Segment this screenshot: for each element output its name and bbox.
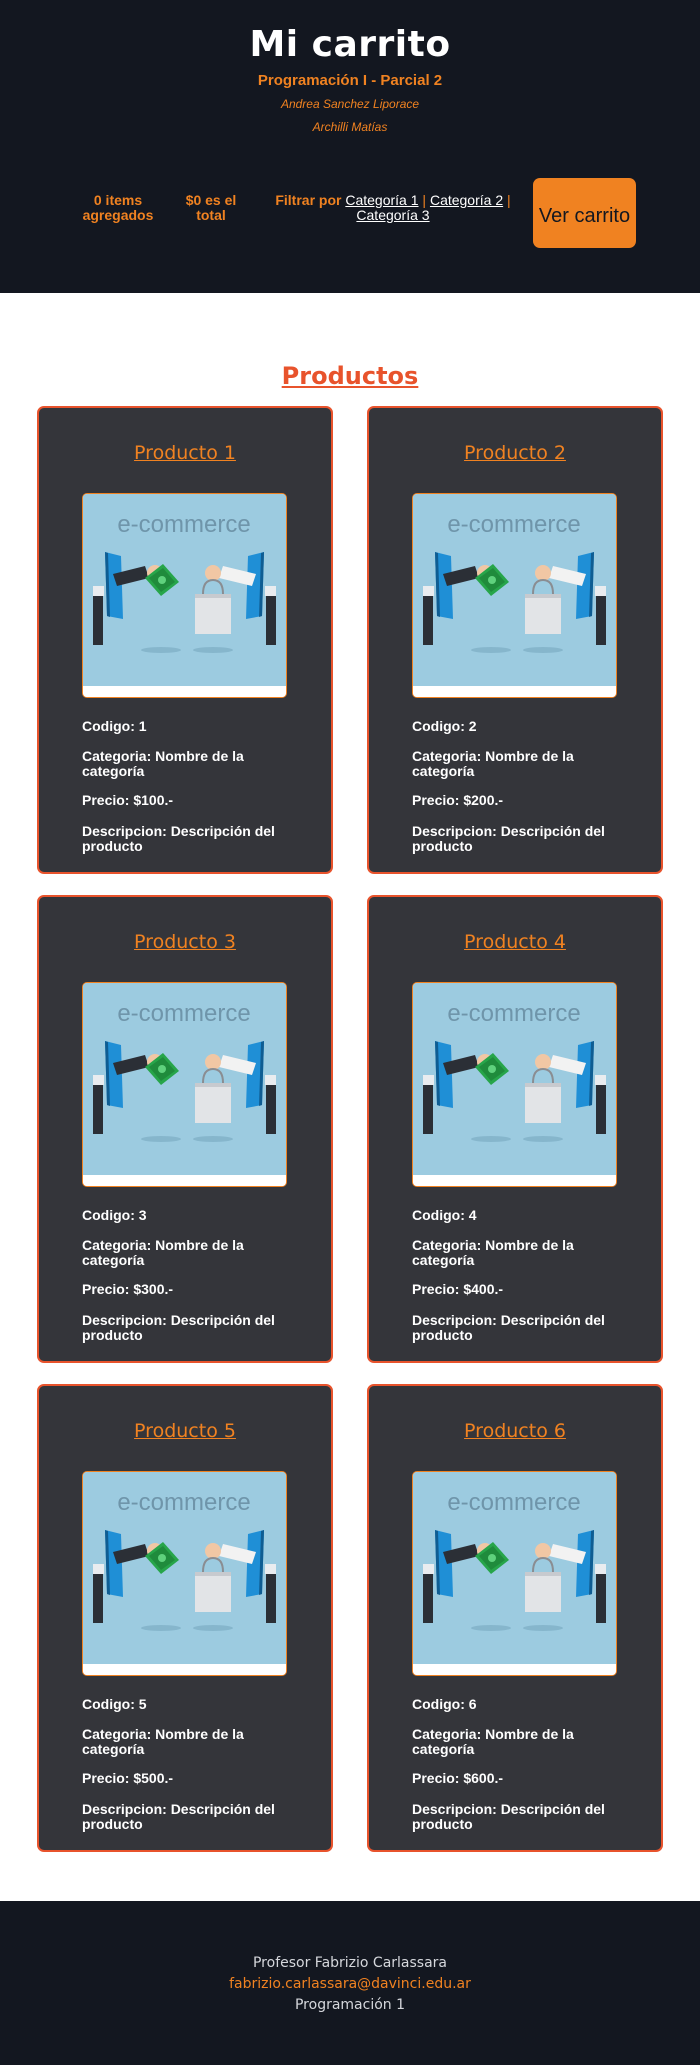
page-subtitle: Programación I - Parcial 2 bbox=[257, 72, 443, 89]
filter-label: Filtrar por bbox=[275, 192, 342, 208]
cart-total: $0 es el total bbox=[185, 192, 237, 223]
product-code: Codigo: 6 bbox=[412, 1696, 477, 1712]
page-title: Mi carrito bbox=[249, 24, 451, 65]
product-image: e-commerce bbox=[82, 982, 287, 1187]
product-category: Categoria: Nombre de la categoría bbox=[412, 1237, 574, 1268]
product-card: Producto 6 e-commerce Codigo: 6 Categori… bbox=[367, 1384, 663, 1852]
product-price: Precio: $600.- bbox=[412, 1770, 504, 1786]
author-name: Andrea Sanchez Liporace bbox=[280, 97, 420, 111]
product-image: e-commerce bbox=[412, 1471, 617, 1676]
product-title[interactable]: Producto 5 bbox=[39, 1420, 331, 1442]
author-name: Archilli Matías bbox=[312, 120, 388, 134]
ecommerce-illustration-icon: e-commerce bbox=[83, 983, 286, 1186]
category-filter: Filtrar por Categoría 1 | Categoría 2 | … bbox=[266, 193, 520, 223]
product-code: Codigo: 4 bbox=[412, 1207, 477, 1223]
product-card: Producto 2 e-commerce Codigo: 2 Categori… bbox=[367, 406, 663, 874]
product-title[interactable]: Producto 6 bbox=[369, 1420, 661, 1442]
footer-course: Programación 1 bbox=[294, 1997, 406, 2013]
product-image: e-commerce bbox=[82, 1471, 287, 1676]
page-header: Mi carrito Programación I - Parcial 2 An… bbox=[0, 0, 700, 293]
cart-items-count: 0 items agregados bbox=[82, 192, 154, 223]
view-cart-button[interactable]: Ver carrito bbox=[533, 178, 636, 248]
filter-category-1[interactable]: Categoría 1 bbox=[345, 192, 418, 208]
product-code: Codigo: 2 bbox=[412, 718, 477, 734]
product-description: Descripcion: Descripción del producto bbox=[412, 823, 605, 854]
footer-email-link[interactable]: fabrizio.carlassara@davinci.edu.ar bbox=[0, 1976, 700, 1992]
product-card: Producto 4 e-commerce Codigo: 4 Categori… bbox=[367, 895, 663, 1363]
filter-separator: | bbox=[422, 192, 427, 208]
product-category: Categoria: Nombre de la categoría bbox=[82, 1726, 244, 1757]
product-description: Descripcion: Descripción del producto bbox=[82, 1801, 275, 1832]
product-price: Precio: $400.- bbox=[412, 1281, 504, 1297]
product-code: Codigo: 3 bbox=[82, 1207, 147, 1223]
product-description: Descripcion: Descripción del producto bbox=[82, 1312, 275, 1343]
ecommerce-caption: e-commerce bbox=[447, 1000, 580, 1027]
product-code: Codigo: 1 bbox=[82, 718, 147, 734]
product-title[interactable]: Producto 4 bbox=[369, 931, 661, 953]
product-code: Codigo: 5 bbox=[82, 1696, 147, 1712]
filter-category-2[interactable]: Categoría 2 bbox=[430, 192, 503, 208]
product-card: Producto 5 e-commerce Codigo: 5 Categori… bbox=[37, 1384, 333, 1852]
product-image: e-commerce bbox=[412, 493, 617, 698]
product-title[interactable]: Producto 1 bbox=[39, 442, 331, 464]
product-description: Descripcion: Descripción del producto bbox=[412, 1312, 605, 1343]
filter-separator: | bbox=[507, 192, 511, 208]
footer-professor: Profesor Fabrizio Carlassara bbox=[252, 1955, 448, 1971]
product-price: Precio: $300.- bbox=[82, 1281, 174, 1297]
ecommerce-illustration-icon: e-commerce bbox=[413, 983, 616, 1186]
product-price: Precio: $200.- bbox=[412, 792, 504, 808]
page-footer: Profesor Fabrizio Carlassara fabrizio.ca… bbox=[0, 1901, 700, 2065]
product-category: Categoria: Nombre de la categoría bbox=[412, 1726, 574, 1757]
filter-category-3[interactable]: Categoría 3 bbox=[356, 207, 429, 223]
product-image: e-commerce bbox=[82, 493, 287, 698]
product-category: Categoria: Nombre de la categoría bbox=[82, 748, 244, 779]
ecommerce-illustration-icon: e-commerce bbox=[413, 1472, 616, 1675]
product-card: Producto 3 e-commerce Codigo: 3 Categori… bbox=[37, 895, 333, 1363]
product-category: Categoria: Nombre de la categoría bbox=[412, 748, 574, 779]
ecommerce-illustration-icon: e-commerce bbox=[413, 494, 616, 697]
ecommerce-caption: e-commerce bbox=[447, 1489, 580, 1516]
product-image: e-commerce bbox=[412, 982, 617, 1187]
product-title[interactable]: Producto 2 bbox=[369, 442, 661, 464]
ecommerce-caption: e-commerce bbox=[447, 511, 580, 538]
product-price: Precio: $500.- bbox=[82, 1770, 174, 1786]
ecommerce-caption: e-commerce bbox=[117, 511, 250, 538]
product-price: Precio: $100.- bbox=[82, 792, 174, 808]
product-category: Categoria: Nombre de la categoría bbox=[82, 1237, 244, 1268]
ecommerce-caption: e-commerce bbox=[117, 1000, 250, 1027]
products-section-title: Productos bbox=[281, 362, 419, 390]
ecommerce-illustration-icon: e-commerce bbox=[83, 494, 286, 697]
ecommerce-caption: e-commerce bbox=[117, 1489, 250, 1516]
product-title[interactable]: Producto 3 bbox=[39, 931, 331, 953]
ecommerce-illustration-icon: e-commerce bbox=[83, 1472, 286, 1675]
product-description: Descripcion: Descripción del producto bbox=[82, 823, 275, 854]
product-description: Descripcion: Descripción del producto bbox=[412, 1801, 605, 1832]
product-card: Producto 1 e-commerce Codigo: 1 Categori… bbox=[37, 406, 333, 874]
